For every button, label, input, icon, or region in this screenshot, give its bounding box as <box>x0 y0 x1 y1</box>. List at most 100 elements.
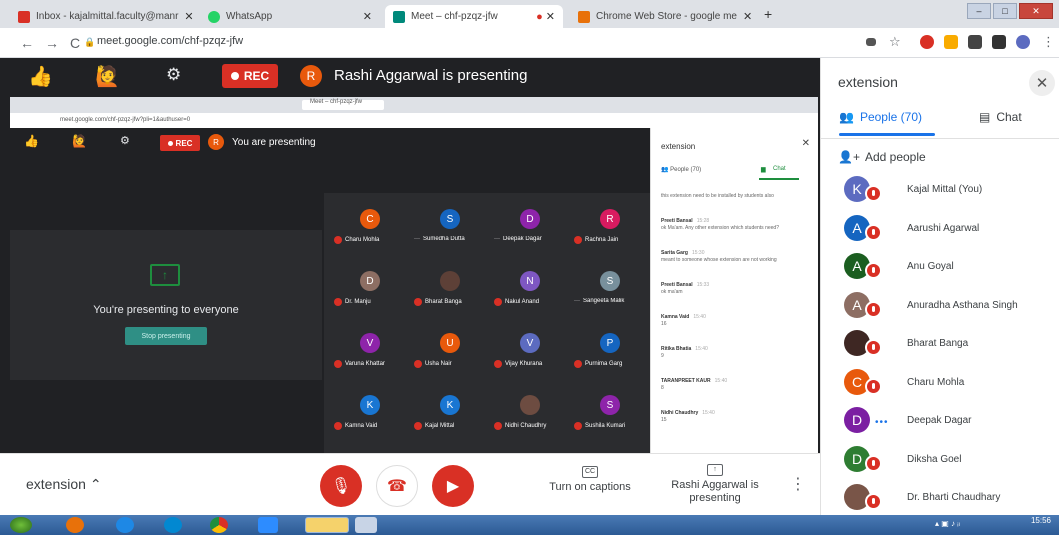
mic-off-button[interactable]: 🎙 <box>320 465 362 507</box>
participant-tile[interactable]: S ··· Sumedha Dutta <box>410 201 490 259</box>
extensions-puzzle-icon[interactable] <box>992 35 1006 49</box>
close-window-icon[interactable]: ✕ <box>1019 3 1053 19</box>
person-row[interactable]: Bharat Banga <box>821 326 1059 364</box>
shared-presenting-text: You are presenting <box>232 137 316 148</box>
telegram-icon[interactable] <box>164 517 182 533</box>
participant-tile[interactable]: D ··· Deepak Dagar <box>490 201 570 259</box>
participant-tile[interactable]: Nidhi Chaudhry <box>490 387 570 445</box>
person-row[interactable]: Dr. Bharti Chaudhary <box>821 480 1059 518</box>
avatar-emoji-icon[interactable]: 🙋 <box>95 64 120 89</box>
muted-mic-icon <box>334 298 342 306</box>
participant-tile[interactable]: C Charu Mohla <box>330 201 410 259</box>
participant-name-row: Bharat Banga <box>414 298 492 306</box>
profile-avatar-icon[interactable] <box>1016 35 1030 49</box>
meeting-details-toggle[interactable]: extension ⌃ <box>26 476 102 493</box>
tab-meet[interactable]: Meet – chf-pzqz-jfw ● ✕ <box>385 5 563 28</box>
back-icon[interactable]: ← <box>20 35 34 51</box>
address-bar: ← → C 🔒 meet.google.com/chf-pzqz-jfw ☆ ⋮ <box>0 28 1059 58</box>
chrome-icon[interactable] <box>210 517 228 533</box>
muted-mic-icon <box>574 422 582 430</box>
start-button-icon[interactable] <box>10 517 32 533</box>
firefox-icon[interactable] <box>66 517 84 533</box>
tab-people[interactable]: 👥 People (70) <box>839 110 922 124</box>
participant-name-row: Usha Nair <box>414 360 492 368</box>
person-name: Deepak Dagar <box>907 415 972 426</box>
extension-icon[interactable] <box>968 35 982 49</box>
participant-tile[interactable]: R Rachna Jain <box>570 201 650 259</box>
participant-tile[interactable]: S Sushila Kumari <box>570 387 650 445</box>
person-name: Anuradha Asthana Singh <box>907 299 1018 311</box>
meet-control-bar: extension ⌃ 🎙 ☎ ▶ CC Turn on captions ↑ … <box>0 453 820 515</box>
person-row[interactable]: D Diksha Goel <box>821 442 1059 480</box>
participant-tile[interactable]: Bharat Banga <box>410 263 490 321</box>
camera-off-button[interactable]: ▶ <box>432 465 474 507</box>
participant-tile[interactable]: S ··· Sangeeta Malik <box>570 263 650 321</box>
window-icon[interactable] <box>355 517 377 533</box>
recording-badge: REC <box>222 64 278 88</box>
close-panel-button[interactable]: ✕ <box>1029 70 1055 96</box>
participant-tile[interactable]: U Usha Nair <box>410 325 490 383</box>
bookmark-star-icon[interactable]: ☆ <box>889 34 901 50</box>
close-tab-icon[interactable]: ✕ <box>363 10 372 23</box>
url-field[interactable]: meet.google.com/chf-pzqz-jfw <box>97 35 243 47</box>
participant-tile[interactable]: D Dr. Manju <box>330 263 410 321</box>
browser-menu-icon[interactable]: ⋮ <box>1042 34 1055 50</box>
participant-tile[interactable]: K Kamna Vaid <box>330 387 410 445</box>
folder-icon[interactable] <box>305 517 349 533</box>
participant-avatar: D <box>520 209 540 229</box>
chat-message: TARANPREET KAUR 15:40 8 <box>661 378 811 392</box>
minimize-icon[interactable]: – <box>967 3 991 19</box>
thumbs-up-icon[interactable]: 👍 <box>28 64 53 89</box>
forward-icon[interactable]: → <box>45 35 59 51</box>
shared-panel-tabs: 👥 People (70) ▆ Chat <box>661 166 811 180</box>
new-tab-button[interactable]: + <box>764 6 772 22</box>
presenting-message: You're presenting to everyone <box>93 304 239 316</box>
chat-sender: TARANPREET KAUR <box>661 378 711 384</box>
leave-call-button[interactable]: ☎ <box>376 465 418 507</box>
chat-sender: Preeti Bansal <box>661 218 693 224</box>
chat-time: 15:33 <box>696 282 710 288</box>
close-tab-icon[interactable]: ✕ <box>743 10 752 23</box>
tab-whatsapp[interactable]: WhatsApp ✕ <box>200 5 380 28</box>
stop-presenting-button[interactable]: Stop presenting <box>125 327 207 345</box>
person-row[interactable]: A Anu Goyal <box>821 249 1059 287</box>
person-row[interactable]: A Anuradha Asthana Singh <box>821 288 1059 326</box>
participant-tile[interactable]: N Nakul Anand <box>490 263 570 321</box>
muted-mic-icon <box>414 360 422 368</box>
chat-text: ok Ma'am. Any other extension which stud… <box>661 225 779 231</box>
camera-icon[interactable] <box>866 38 876 46</box>
present-now-button[interactable]: ↑ Rashi Aggarwal is presenting <box>660 462 770 505</box>
add-people-button[interactable]: 👤+ Add people <box>838 150 926 164</box>
person-row[interactable]: C Charu Mohla <box>821 365 1059 403</box>
participant-tile[interactable]: K Kajal Mittal <box>410 387 490 445</box>
person-row[interactable]: A Aarushi Agarwal <box>821 211 1059 249</box>
close-tab-icon[interactable]: ● ✕ <box>536 10 555 23</box>
settings-gear-icon[interactable]: ⚙ <box>166 65 181 85</box>
participant-tile[interactable]: P Purnima Garg <box>570 325 650 383</box>
participant-avatar: V <box>360 333 380 353</box>
reload-icon[interactable]: C <box>70 35 80 51</box>
maximize-icon[interactable]: □ <box>993 3 1017 19</box>
more-options-icon[interactable]: ⋮ <box>790 474 806 494</box>
shared-tab-bar: Meet – chf-pzqz-jfw <box>10 97 818 113</box>
extension-icon[interactable] <box>944 35 958 49</box>
participant-tile[interactable]: V Vijay Khurana <box>490 325 570 383</box>
zoom-icon[interactable] <box>258 517 278 533</box>
tab-gmail[interactable]: Inbox - kajalmittal.faculty@manr ✕ <box>10 5 195 28</box>
ie-icon[interactable] <box>116 517 134 533</box>
person-row[interactable]: D ••• Deepak Dagar <box>821 403 1059 441</box>
chat-time: 15:30 <box>691 250 705 256</box>
captions-button[interactable]: CC Turn on captions <box>540 464 640 493</box>
mic-off-icon: 🎙 <box>330 478 352 495</box>
tab-webstore[interactable]: Chrome Web Store - google me ✕ <box>570 5 758 28</box>
people-icon: 👥 <box>661 167 669 173</box>
extension-icon[interactable] <box>920 35 934 49</box>
participant-avatar: P <box>600 333 620 353</box>
person-row[interactable]: K Kajal Mittal (You) <box>821 172 1059 210</box>
system-tray-icons[interactable]: ▴ ▣ ♪ ᵢₗ <box>935 519 960 528</box>
taskbar-clock[interactable]: 15:56 <box>1031 517 1051 525</box>
participant-name: Deepak Dagar <box>503 236 542 242</box>
participant-tile[interactable]: V Varuna Khattar <box>330 325 410 383</box>
close-tab-icon[interactable]: ✕ <box>184 10 193 23</box>
tab-chat[interactable]: ▤ Chat <box>979 110 1022 124</box>
